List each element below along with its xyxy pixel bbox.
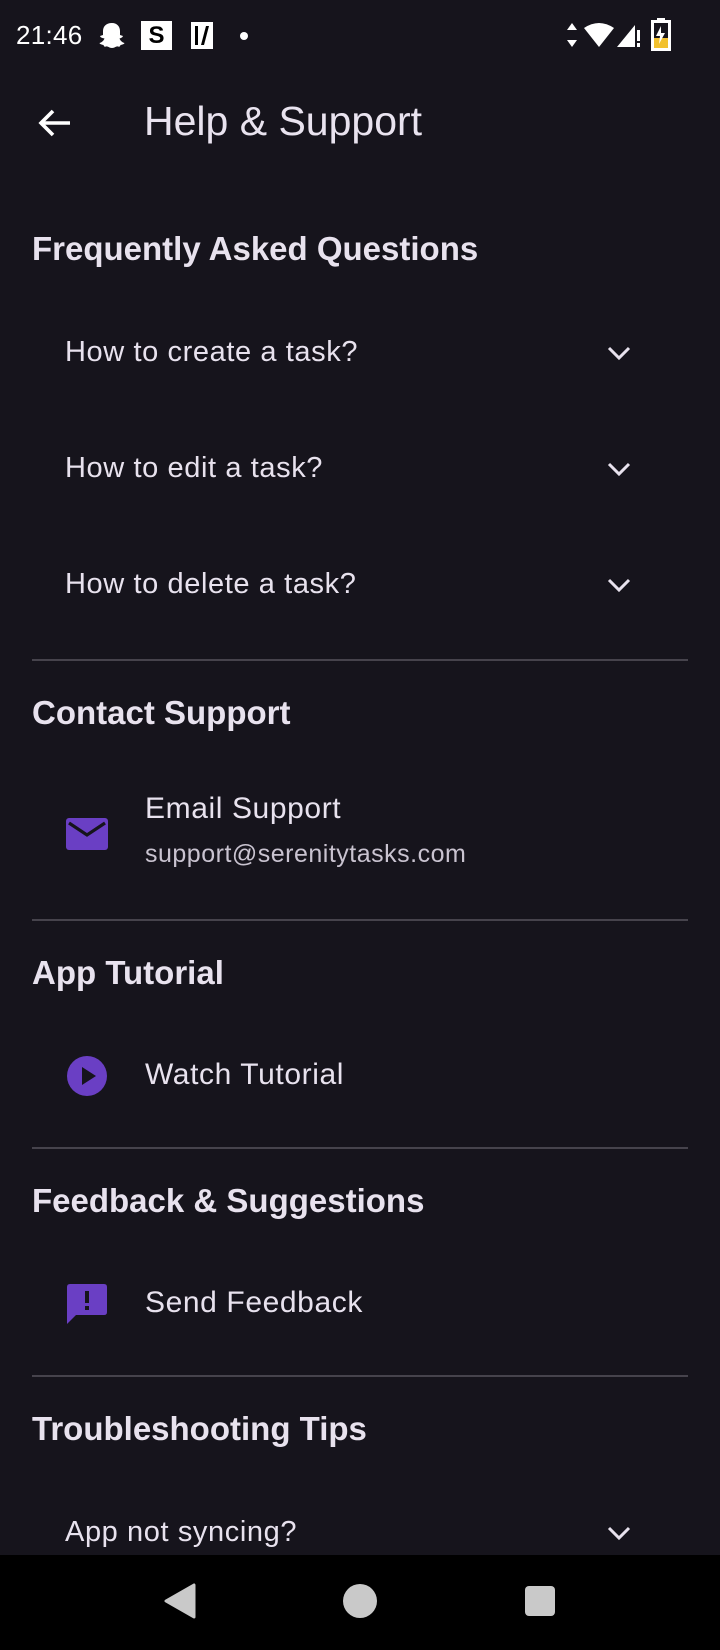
- section-divider: [32, 659, 688, 661]
- section-divider: [32, 1147, 688, 1149]
- circle-home-icon: [342, 1583, 378, 1624]
- faq-question: How to edit a task?: [65, 452, 324, 484]
- feedback-icon: [65, 1282, 109, 1326]
- play-circle-icon: [65, 1054, 109, 1098]
- email-support-label: Email Support: [145, 792, 342, 825]
- faq-item-delete-task[interactable]: How to delete a task?: [32, 540, 688, 630]
- data-arrows-icon: [566, 22, 578, 53]
- square-recents-icon: [524, 1585, 556, 1622]
- section-divider: [32, 1375, 688, 1377]
- troubleshooting-section-title: Troubleshooting Tips: [32, 1410, 367, 1447]
- faq-item-edit-task[interactable]: How to edit a task?: [32, 424, 688, 514]
- faq-question: How to delete a task?: [65, 568, 357, 600]
- faq-item-create-task[interactable]: How to create a task?: [32, 308, 688, 398]
- chevron-down-icon: [606, 456, 632, 482]
- email-support-item[interactable]: Email Support support@serenitytasks.com: [32, 780, 688, 890]
- chevron-down-icon: [606, 340, 632, 366]
- faq-question: How to create a task?: [65, 336, 359, 368]
- system-nav-bar: [0, 1555, 720, 1650]
- section-divider: [32, 919, 688, 921]
- watch-tutorial-label: Watch Tutorial: [145, 1058, 345, 1091]
- tutorial-section-title: App Tutorial: [32, 954, 224, 991]
- chevron-down-icon: [606, 1520, 632, 1546]
- s-app-icon: S: [141, 21, 172, 50]
- arrow-left-icon: [37, 105, 73, 146]
- troubleshoot-item-app-not-syncing[interactable]: App not syncing?: [32, 1488, 688, 1555]
- email-icon: [65, 812, 109, 856]
- notification-dot-icon: [240, 32, 248, 40]
- faq-section-title: Frequently Asked Questions: [32, 230, 479, 267]
- chevron-down-icon: [606, 572, 632, 598]
- contact-section-title: Contact Support: [32, 694, 291, 731]
- status-time: 21:46: [16, 20, 83, 50]
- feedback-section-title: Feedback & Suggestions: [32, 1182, 425, 1219]
- send-feedback-item[interactable]: Send Feedback: [32, 1268, 688, 1340]
- signal-icon: [615, 22, 643, 53]
- status-bar: 21:46 S: [0, 0, 720, 74]
- help-support-screen: 21:46 S Help & Support Frequently Asked …: [0, 0, 720, 1555]
- battery-charging-icon: [651, 18, 671, 57]
- page-title: Help & Support: [144, 98, 423, 144]
- wifi-icon: [584, 22, 614, 53]
- slash-app-icon: [191, 22, 213, 49]
- watch-tutorial-item[interactable]: Watch Tutorial: [32, 1040, 688, 1112]
- troubleshoot-question: App not syncing?: [65, 1516, 298, 1548]
- snapchat-ghost-icon: [99, 22, 125, 55]
- send-feedback-label: Send Feedback: [145, 1286, 363, 1319]
- nav-recents-button[interactable]: [517, 1580, 563, 1626]
- email-address: support@serenitytasks.com: [145, 840, 467, 868]
- back-button[interactable]: [26, 96, 84, 154]
- nav-home-button[interactable]: [337, 1580, 383, 1626]
- app-bar: Help & Support: [0, 74, 720, 172]
- nav-back-button[interactable]: [157, 1580, 203, 1626]
- triangle-back-icon: [163, 1583, 197, 1624]
